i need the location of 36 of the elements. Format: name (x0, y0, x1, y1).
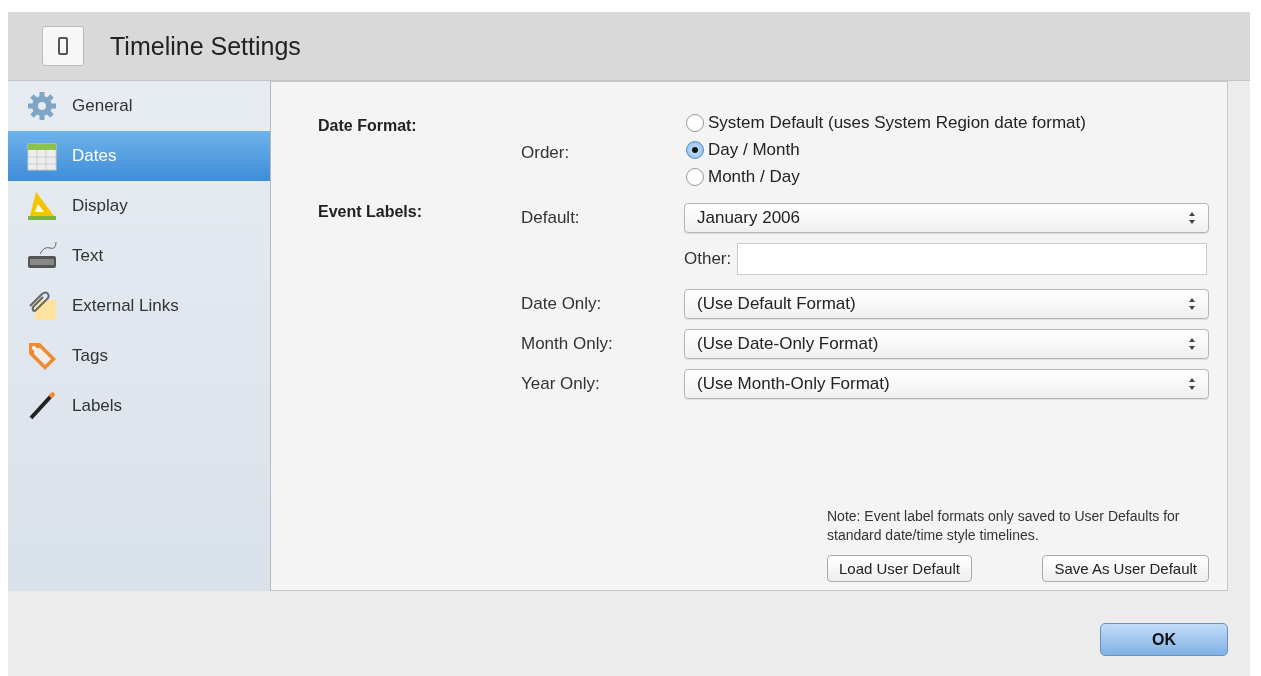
sidebar-item[interactable]: Labels (8, 381, 270, 431)
sidebar-item[interactable]: Text (8, 231, 270, 281)
text-field[interactable] (737, 243, 1207, 275)
calendar-icon (26, 140, 58, 172)
push-button[interactable]: Save As User Default (1042, 555, 1209, 582)
sidebar-item[interactable]: Tags (8, 331, 270, 381)
field-label: Date Only: (521, 294, 603, 314)
field-label: Month Only: (521, 334, 614, 354)
ruler-triangle-icon (26, 190, 58, 222)
field-label: Order: (521, 143, 571, 163)
field-label: Other: (684, 249, 732, 269)
sidebar-item[interactable]: External Links (8, 281, 270, 331)
tag-icon (26, 340, 58, 372)
sidebar-item[interactable]: Display (8, 181, 270, 231)
field-label: Default: (521, 208, 581, 228)
section-heading: Event Labels: (318, 203, 424, 221)
dropdown[interactable]: (Use Month-Only Format) (684, 369, 1209, 399)
dropdown[interactable]: January 2006 (684, 203, 1209, 233)
radio-option[interactable]: Month / Day (686, 167, 800, 187)
updown-arrows-icon (1188, 337, 1196, 351)
window-title: Timeline Settings (110, 31, 301, 61)
field-label: Year Only: (521, 374, 601, 394)
radio-option[interactable]: Day / Month (686, 140, 800, 160)
updown-arrows-icon (1188, 297, 1196, 311)
switch-icon (42, 26, 84, 66)
dropdown[interactable]: (Use Default Format) (684, 289, 1209, 319)
push-button[interactable]: Load User Default (827, 555, 972, 582)
radio-option[interactable]: System Default (uses System Region date format) (686, 113, 1086, 133)
ok-button[interactable]: OK (1100, 623, 1228, 656)
gear-icon (26, 90, 58, 122)
dropdown[interactable]: (Use Date-Only Format) (684, 329, 1209, 359)
sidebar-item[interactable]: General (8, 81, 270, 131)
updown-arrows-icon (1188, 377, 1196, 391)
section-heading: Date Format: (318, 117, 418, 135)
note-text: Note: Event label formats only saved to User Defaults for standard date/time style timelines. (827, 507, 1181, 545)
updown-arrows-icon (1188, 211, 1196, 225)
